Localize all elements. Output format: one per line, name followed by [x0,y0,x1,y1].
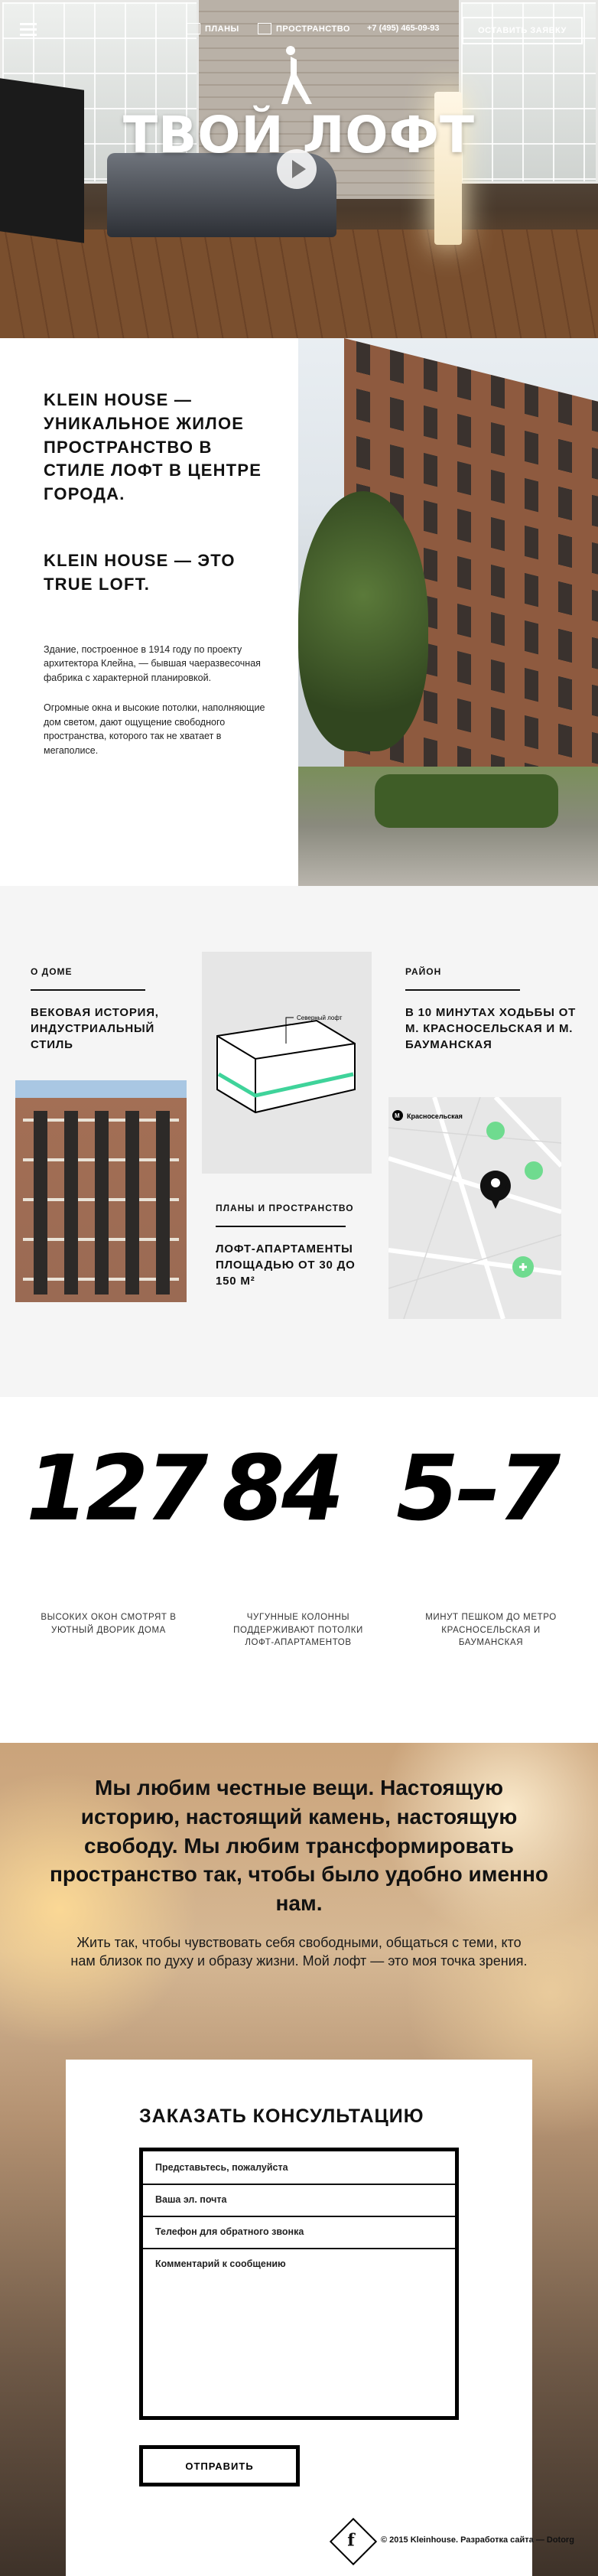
plan-card[interactable]: Северный лофт [202,952,372,1174]
facebook-icon[interactable]: f [329,2517,378,2566]
stats-section: 127 84 5–7 ВЫСОКИХ ОКОН СМОТРЯТ В УЮТНЫЙ… [0,1397,598,1743]
svg-text:М: М [395,1112,400,1119]
submit-button[interactable]: ОТПРАВИТЬ [139,2445,300,2486]
district-map[interactable]: М Красносельская [388,1097,561,1319]
nav-plans[interactable]: ПЛАНЫ [187,23,239,34]
about-house: О ДОМЕ ВЕКОВАЯ ИСТОРИЯ, ИНДУСТРИАЛЬНЫЙ С… [31,966,184,1053]
intro-section: KLEIN HOUSE — уникальное жилое пространс… [0,338,598,886]
nav-space[interactable]: ПРОСТРАНСТВО [258,23,350,34]
stat-windows-number: 127 [26,1435,208,1541]
nav-phone[interactable]: +7 (495) 465-09-93 [367,24,439,33]
top-nav: ПЛАНЫ ПРОСТРАНСТВО +7 (495) 465-09-93 ОС… [0,17,598,47]
email-field[interactable]: Ваша эл. почта [155,2194,227,2205]
about-plans: ПЛАНЫ И ПРОСТРАНСТВО ЛОФТ-АПАРТАМЕНТЫ ПЛ… [216,1203,376,1289]
field-divider [143,2248,455,2249]
about-house-text: ВЕКОВАЯ ИСТОРИЯ, ИНДУСТРИАЛЬНЫЙ СТИЛЬ [31,1006,159,1051]
divider [216,1226,346,1227]
footer: f © 2015 Kleinhouse. Разработка сайта — … [329,2517,598,2571]
map-graphic: М Красносельская [388,1097,561,1319]
about-plans-label: ПЛАНЫ И ПРОСТРАНСТВО [216,1203,354,1213]
about-plans-text: ЛОФТ-АПАРТАМЕНТЫ ПЛОЩАДЬЮ ОТ 30 ДО 150 М… [216,1242,356,1288]
house-facade-photo[interactable] [15,1080,187,1302]
consultation-form: ЗАКАЗАТЬ КОНСУЛЬТАЦИЮ Представьтесь, пож… [66,2060,532,2576]
intro-paragraph-2: Огромные окна и высокие потолки, наполня… [44,702,265,757]
stat-columns-caption: ЧУГУННЫЕ КОЛОННЫ ПОДДЕРЖИВАЮТ ПОТОЛКИ ЛО… [233,1613,363,1648]
comment-field[interactable]: Комментарий к сообщению [155,2258,286,2269]
quote: Мы любим честные вещи. Настоящую историю… [0,1773,598,1971]
stat-columns-number: 84 [222,1435,344,1541]
play-video-button[interactable] [277,149,317,189]
quote-light: Жить так, чтобы чувствовать себя свободн… [70,1934,528,1969]
hero-floor [0,230,598,338]
nav-plans-label: ПЛАНЫ [205,24,239,34]
nav-space-label: ПРОСТРАНСТВО [276,24,350,34]
plan-tag: Северный лофт [297,1014,343,1021]
map-station-label: Красносельская [407,1112,463,1120]
request-button[interactable]: ОСТАВИТЬ ЗАЯВКУ [462,17,583,44]
logo-icon [281,46,312,104]
quote-strong: Мы любим честные вещи. Настоящую историю… [50,1776,548,1916]
intro-heading: KLEIN HOUSE — уникальное жилое пространс… [44,390,262,504]
about-district-text: В 10 МИНУТАХ ХОДЬБЫ ОТ М. КРАСНОСЕЛЬСКАЯ… [405,1006,577,1051]
phone-field[interactable]: Телефон для обратного звонка [155,2226,304,2237]
intro-subheading: KLEIN HOUSE — это TRUE LOFT. [44,550,236,594]
place-pin-icon [486,1122,505,1140]
hero-section: ПЛАНЫ ПРОСТРАНСТВО +7 (495) 465-09-93 ОС… [0,0,598,338]
about-house-label: О ДОМЕ [31,966,73,977]
name-field[interactable]: Представьтесь, пожалуйста [155,2162,288,2173]
hedge [375,774,558,828]
form-fields: Представьтесь, пожалуйста Ваша эл. почта… [139,2148,459,2420]
menu-icon[interactable] [20,23,37,36]
about-section: О ДОМЕ ВЕКОВАЯ ИСТОРИЯ, ИНДУСТРИАЛЬНЫЙ С… [0,886,598,1397]
home-pin-icon [491,1178,500,1187]
tree [298,491,428,751]
plans-icon [187,23,200,34]
divider [405,989,520,991]
page: ПЛАНЫ ПРОСТРАНСТВО +7 (495) 465-09-93 ОС… [0,0,598,2576]
facebook-glyph: f [347,2530,355,2551]
field-divider [143,2184,455,2185]
intro-text: KLEIN HOUSE — уникальное жилое пространс… [44,389,273,758]
quote-section: Мы любим честные вещи. Настоящую историю… [0,1743,598,2576]
about-district-label: РАЙОН [405,966,442,977]
stat-minutes-caption: МИНУТ ПЕШКОМ ДО МЕТРО КРАСНОСЕЛЬСКАЯ И Б… [425,1613,557,1648]
form-title: ЗАКАЗАТЬ КОНСУЛЬТАЦИЮ [139,2105,424,2127]
about-district: РАЙОН В 10 МИНУТАХ ХОДЬБЫ ОТ М. КРАСНОСЕ… [405,966,581,1053]
shop-pin-icon [525,1161,543,1180]
intro-paragraph-1: Здание, построенное в 1914 году по проек… [44,643,261,684]
building-plan-illustration: Северный лофт [216,1014,356,1114]
copyright: © 2015 Kleinhouse. Разработка сайта — Do… [381,2535,574,2545]
cube-icon [258,23,271,34]
divider [31,989,145,991]
building-photo [298,338,598,886]
stat-windows-caption: ВЫСОКИХ ОКОН СМОТРЯТ В УЮТНЫЙ ДВОРИК ДОМ… [41,1613,177,1635]
stat-minutes-number: 5–7 [396,1435,561,1541]
field-divider [143,2216,455,2217]
